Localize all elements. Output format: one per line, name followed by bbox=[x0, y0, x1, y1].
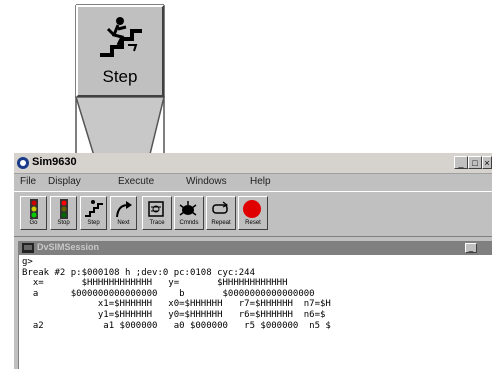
session-icon bbox=[22, 243, 34, 253]
go-label: Go bbox=[29, 220, 38, 226]
close-button[interactable]: × bbox=[482, 156, 492, 169]
menu-file[interactable]: File bbox=[20, 176, 36, 187]
step-icon bbox=[85, 200, 103, 217]
console-line: a2 a1 $000000 a0 $000000 r5 $000000 n5 $ bbox=[22, 320, 331, 331]
stop-label: Stop bbox=[57, 220, 70, 226]
maximize-button[interactable]: □ bbox=[468, 156, 482, 169]
console-line: Break #2 p:$000108 h ;dev:0 pc:0108 cyc:… bbox=[22, 267, 255, 278]
menu-bar: File Display Execute Windows Help bbox=[14, 174, 492, 190]
bug-icon bbox=[179, 201, 197, 216]
session-window: DvSIMSession _ g> Break #2 p:$000108 h ;… bbox=[18, 241, 492, 369]
next-button[interactable]: Next bbox=[110, 196, 137, 230]
repeat-label: Repeat bbox=[211, 220, 231, 226]
cmnds-label: Cmnds bbox=[179, 220, 199, 226]
simulator-window: Sim9630 _ □ × File Display Execute Windo… bbox=[14, 153, 492, 369]
traffic-light-stop-icon bbox=[60, 199, 68, 219]
menu-display[interactable]: Display bbox=[48, 176, 81, 187]
reset-icon bbox=[243, 200, 261, 218]
title-bar: Sim9630 _ □ × bbox=[14, 153, 492, 174]
debugger-app-icon bbox=[17, 157, 29, 169]
stop-button[interactable]: Stop bbox=[50, 196, 77, 230]
traffic-light-go-icon bbox=[30, 199, 38, 219]
console-line: a $000000000000000 b $0000000000000000 bbox=[22, 288, 315, 299]
step-label-zoomed: Step bbox=[102, 67, 138, 86]
toolbar: Go Stop Step Next Trace Cmnds Repeat Res… bbox=[14, 191, 492, 237]
next-arrow-icon bbox=[116, 201, 132, 218]
go-button[interactable]: Go bbox=[20, 196, 47, 230]
console-line: y1=$HHHHHH y0=$HHHHHH r6=$HHHHHH n6=$ bbox=[22, 309, 326, 320]
minimize-button[interactable]: _ bbox=[454, 156, 468, 169]
console-line: x1=$HHHHHH x0=$HHHHHH r7=$HHHHHH n7=$H bbox=[22, 299, 331, 310]
repeat-button[interactable]: Repeat bbox=[206, 196, 236, 230]
repeat-icon bbox=[212, 201, 229, 214]
step-button[interactable]: Step bbox=[80, 196, 107, 230]
reset-button[interactable]: Reset bbox=[238, 196, 268, 230]
reset-label: Reset bbox=[245, 220, 261, 226]
trace-icon bbox=[148, 201, 164, 217]
step-button-zoomed: Step bbox=[76, 5, 164, 97]
menu-execute[interactable]: Execute bbox=[118, 176, 154, 187]
trace-button[interactable]: Trace bbox=[142, 196, 172, 230]
window-title: Sim9630 bbox=[32, 156, 77, 168]
console-line: x= $HHHHHHHHHHHH y= $HHHHHHHHHHHH bbox=[22, 278, 288, 289]
session-title-bar: DvSIMSession _ bbox=[19, 241, 492, 255]
session-minimize-button[interactable]: _ bbox=[465, 243, 477, 253]
trace-label: Trace bbox=[149, 220, 165, 226]
step-label: Step bbox=[87, 220, 100, 226]
console-line: g> bbox=[22, 257, 33, 267]
menu-help[interactable]: Help bbox=[250, 176, 271, 187]
next-label: Next bbox=[117, 220, 130, 226]
cmnds-button[interactable]: Cmnds bbox=[174, 196, 204, 230]
step-icon bbox=[100, 17, 142, 57]
menu-windows[interactable]: Windows bbox=[186, 176, 227, 187]
session-title: DvSIMSession bbox=[37, 242, 100, 252]
session-console[interactable]: g> Break #2 p:$000108 h ;dev:0 pc:0108 c… bbox=[22, 257, 492, 367]
